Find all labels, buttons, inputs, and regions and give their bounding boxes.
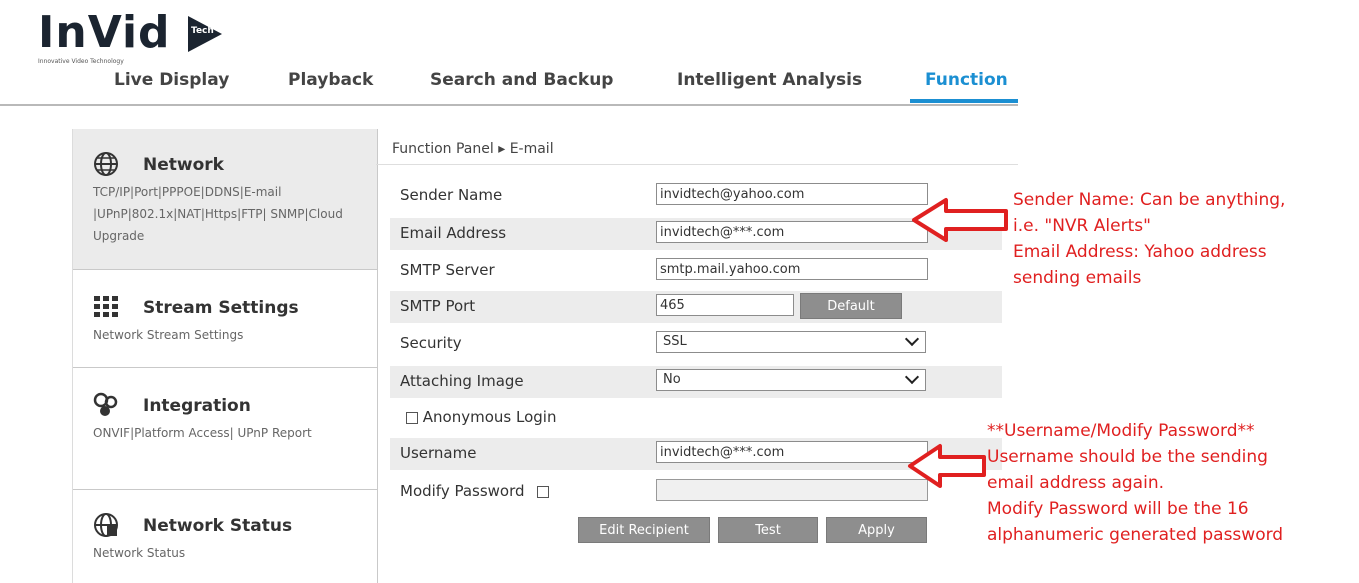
- security-selected-value: SSL: [663, 334, 687, 349]
- breadcrumb: Function Panel ▸ E-mail: [376, 129, 1018, 165]
- sidebar-item-label: Network: [143, 155, 224, 175]
- sidebar-item-sub: Network Status: [93, 546, 186, 560]
- chevron-down-icon: [904, 369, 920, 385]
- sidebar-item-network[interactable]: Network TCP/IP|Port|PPPOE|DDNS|E-mail |U…: [73, 129, 377, 270]
- username-label: Username: [400, 444, 477, 462]
- security-row: Security SSL: [390, 328, 1002, 360]
- password-input[interactable]: [656, 479, 928, 501]
- sidebar-item-sub: TCP/IP|Port|PPPOE|DDNS|E-mail |UPnP|802.…: [93, 185, 343, 243]
- sidebar-item-network-status[interactable]: Network Status Network Status: [73, 490, 377, 583]
- note-line: Sender Name: Can be anything,: [1013, 190, 1286, 210]
- security-label: Security: [400, 334, 462, 352]
- sidebar-item-integration[interactable]: Integration ONVIF|Platform Access| UPnP …: [73, 368, 377, 490]
- attaching-image-row: Attaching Image No: [390, 366, 1002, 398]
- tab-playback[interactable]: Playback: [288, 70, 373, 90]
- tab-search-and-backup[interactable]: Search and Backup: [430, 70, 613, 90]
- note-line: email address again.: [987, 473, 1165, 493]
- logo-badge: Tech: [191, 26, 214, 36]
- sidebar-item-sub: Network Stream Settings: [93, 328, 244, 342]
- attaching-image-label: Attaching Image: [400, 372, 524, 390]
- note-line: **Username/Modify Password**: [987, 421, 1255, 441]
- tab-intelligent-analysis[interactable]: Intelligent Analysis: [677, 70, 862, 90]
- sender-name-input[interactable]: invidtech@yahoo.com: [656, 183, 928, 205]
- note-line: Username should be the sending: [987, 447, 1268, 467]
- top-navigation: Live Display Playback Search and Backup …: [0, 62, 1018, 106]
- modify-password-label-group: Modify Password: [400, 482, 550, 500]
- anonymous-login-row: Anonymous Login: [390, 402, 1002, 434]
- globe-icon: [93, 151, 119, 177]
- attaching-image-select[interactable]: No: [656, 369, 926, 391]
- tab-live-display[interactable]: Live Display: [114, 70, 229, 90]
- grid-icon: [93, 294, 119, 320]
- note-line: alphanumeric generated password: [987, 525, 1284, 545]
- annotation-note-username: **Username/Modify Password** Username sh…: [987, 418, 1283, 548]
- note-line: sending emails: [1013, 268, 1142, 288]
- chevron-down-icon: [904, 331, 920, 347]
- smtp-server-label: SMTP Server: [400, 261, 495, 279]
- annotation-note-sender: Sender Name: Can be anything, i.e. "NVR …: [1013, 187, 1285, 291]
- email-address-input[interactable]: invidtech@***.com: [656, 221, 928, 243]
- invid-logo: InVid Tech Innovative Video Technology: [38, 8, 228, 66]
- security-select[interactable]: SSL: [656, 331, 926, 353]
- sidebar-item-label: Network Status: [143, 516, 293, 536]
- smtp-server-row: SMTP Server smtp.mail.yahoo.com: [390, 255, 1002, 287]
- attaching-image-selected-value: No: [663, 372, 681, 387]
- sidebar-item-sub: ONVIF|Platform Access| UPnP Report: [93, 426, 312, 440]
- anonymous-login-checkbox[interactable]: [406, 411, 418, 424]
- test-button[interactable]: Test: [718, 517, 818, 543]
- note-line: Modify Password will be the 16: [987, 499, 1249, 519]
- smtp-server-input[interactable]: smtp.mail.yahoo.com: [656, 258, 928, 280]
- default-button[interactable]: Default: [800, 293, 902, 319]
- tab-function[interactable]: Function: [925, 70, 1008, 90]
- smtp-port-input[interactable]: 465: [656, 294, 794, 316]
- network-status-icon: [93, 512, 119, 538]
- sender-name-label: Sender Name: [400, 186, 503, 204]
- active-tab-indicator: [910, 99, 1018, 103]
- email-address-label: Email Address: [400, 224, 507, 242]
- note-line: Email Address: Yahoo address: [1013, 242, 1267, 262]
- sidebar-item-label: Integration: [143, 396, 251, 416]
- modify-password-label: Modify Password: [400, 482, 525, 500]
- integration-icon: [93, 392, 119, 418]
- smtp-port-label: SMTP Port: [400, 297, 476, 315]
- apply-button[interactable]: Apply: [826, 517, 927, 543]
- smtp-port-row: SMTP Port 465 Default: [390, 291, 1002, 323]
- edit-recipient-button[interactable]: Edit Recipient: [578, 517, 710, 543]
- anonymous-login-option[interactable]: Anonymous Login: [406, 408, 556, 426]
- annotation-arrow-icon: [912, 198, 1008, 242]
- sidebar: Network TCP/IP|Port|PPPOE|DDNS|E-mail |U…: [72, 129, 378, 583]
- sidebar-item-label: Stream Settings: [143, 298, 299, 318]
- annotation-arrow-icon: [908, 444, 986, 488]
- note-line: i.e. "NVR Alerts": [1013, 216, 1151, 236]
- modify-password-checkbox[interactable]: [537, 485, 550, 498]
- logo-text: InVid: [38, 7, 171, 58]
- sidebar-item-stream-settings[interactable]: Stream Settings Network Stream Settings: [73, 270, 377, 368]
- anonymous-login-label: Anonymous Login: [422, 408, 557, 426]
- username-input[interactable]: invidtech@***.com: [656, 441, 928, 463]
